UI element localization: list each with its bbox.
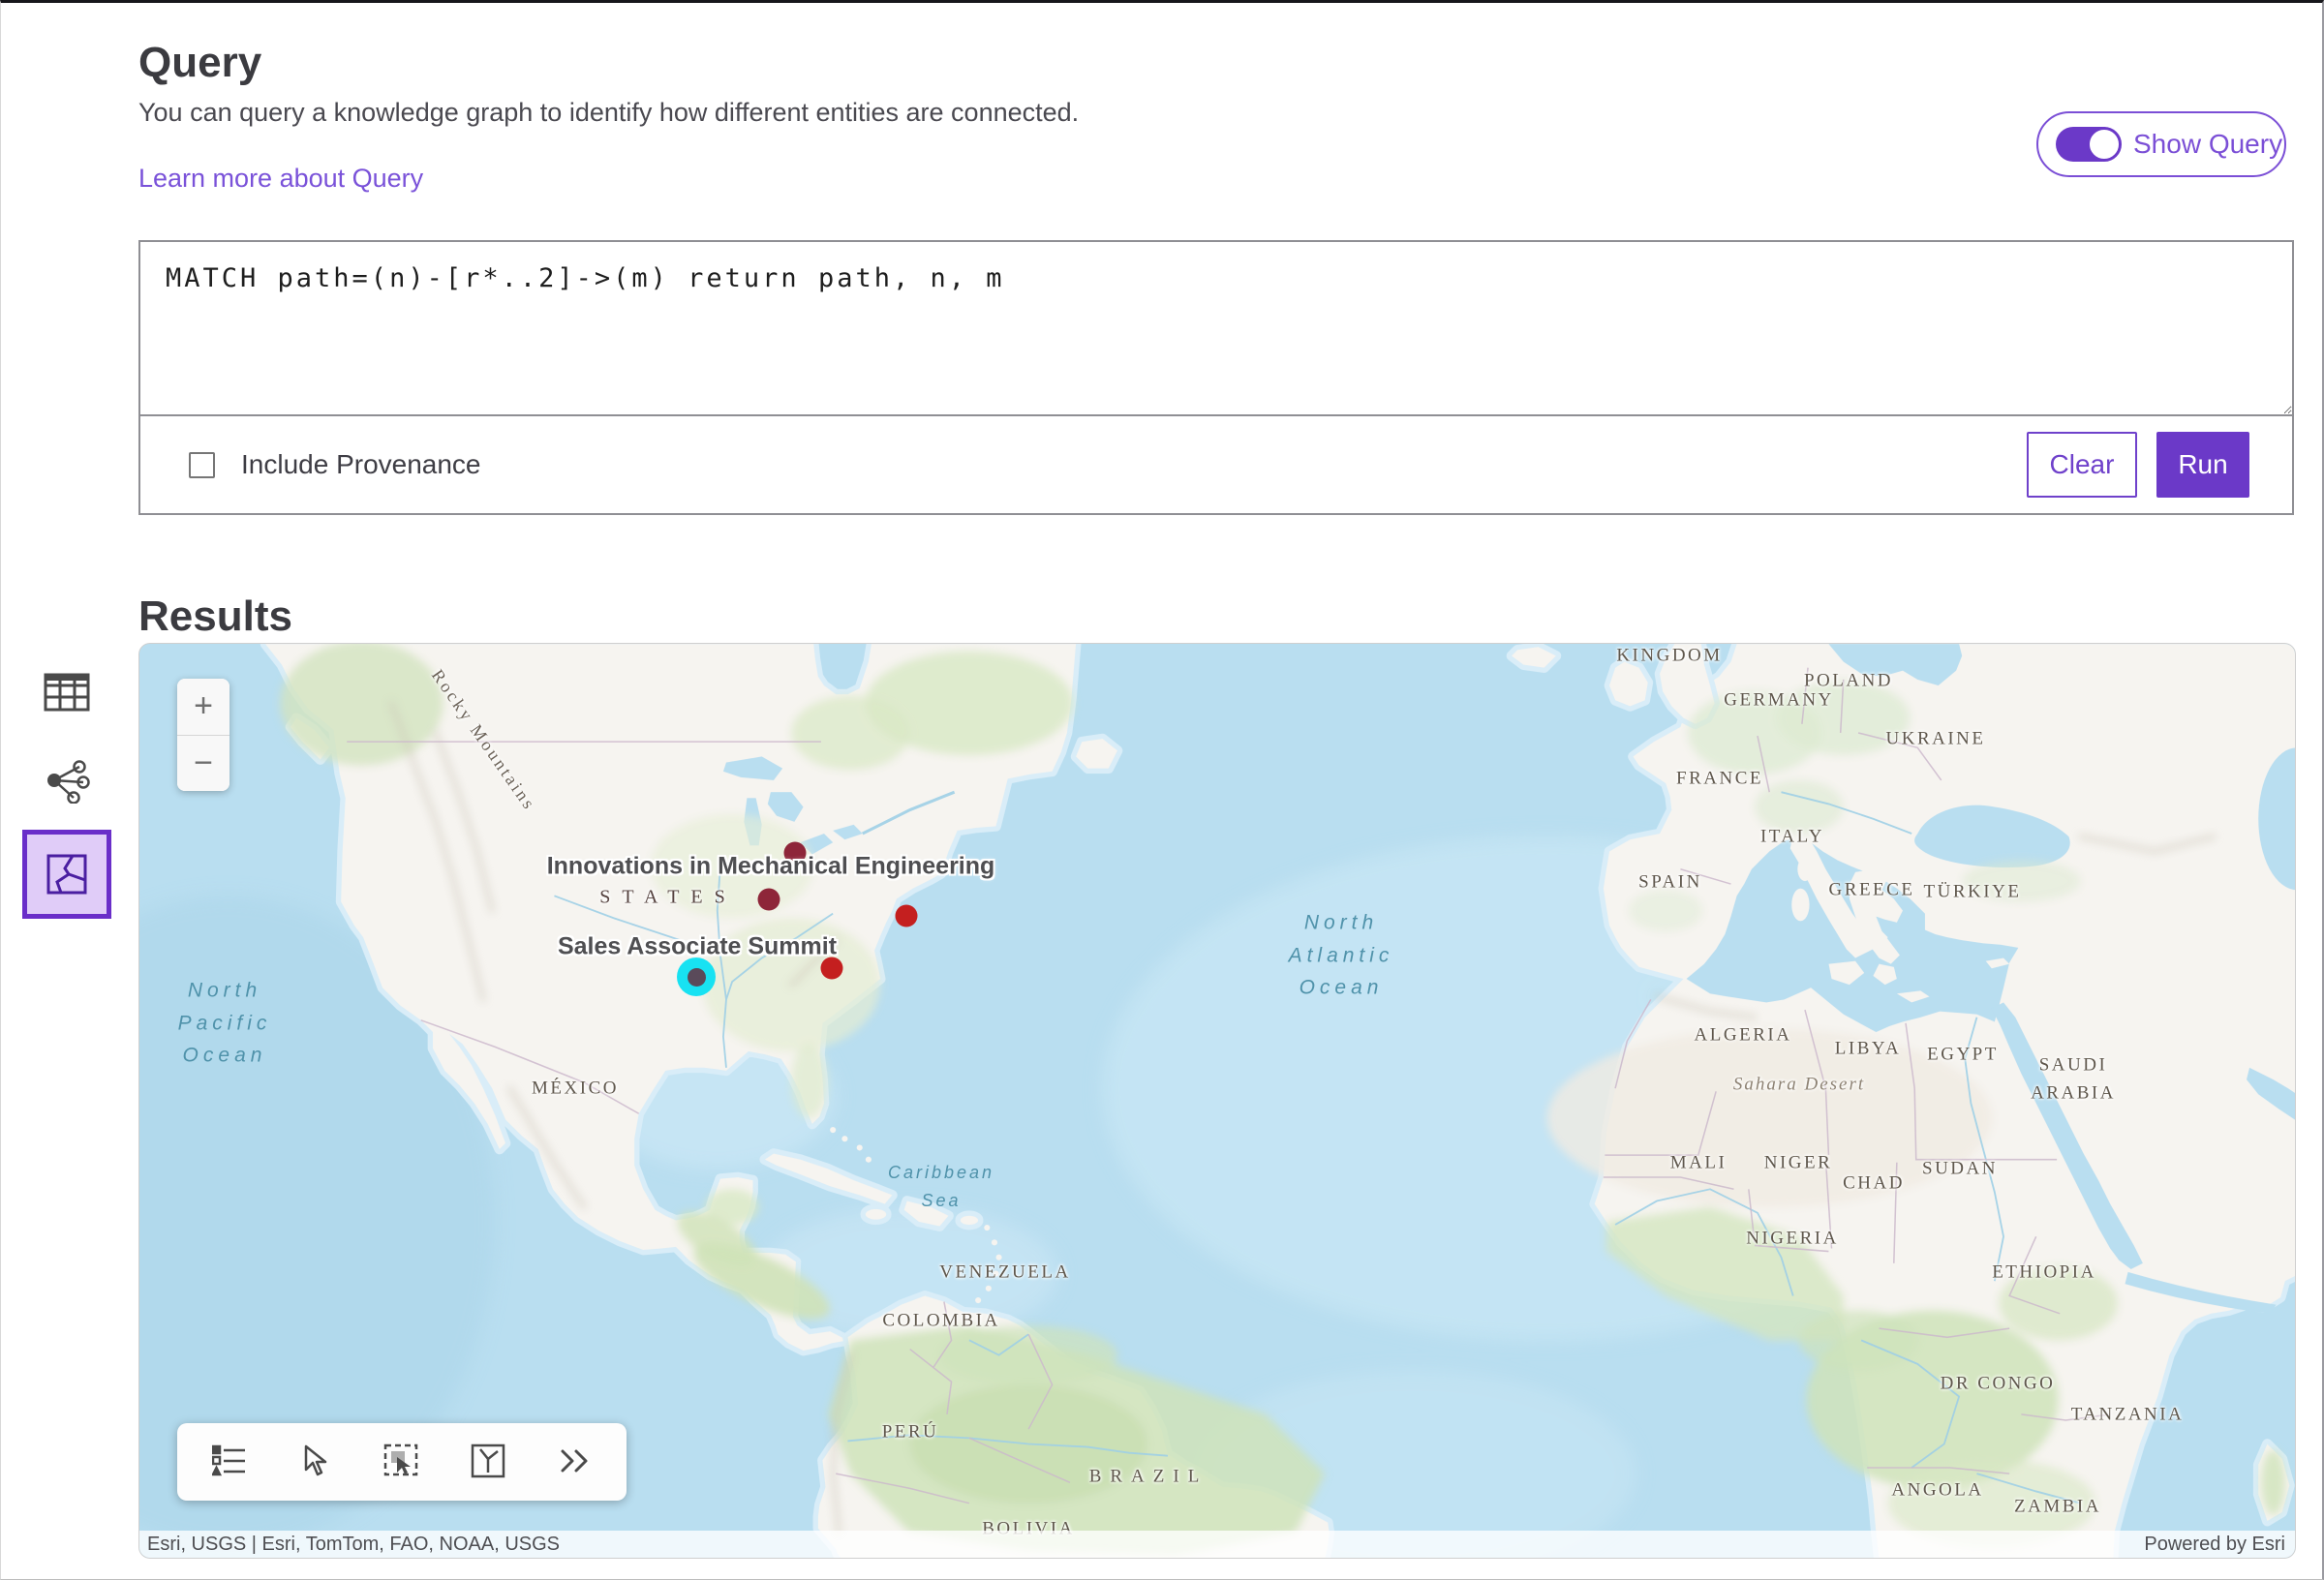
map-point-selected[interactable] (677, 957, 716, 996)
show-query-toggle[interactable]: Show Query (2036, 111, 2286, 177)
query-actions: Clear Run (2027, 432, 2249, 498)
map-point[interactable] (821, 957, 843, 980)
select-extent-icon (471, 1443, 505, 1481)
results-title: Results (138, 592, 292, 641)
include-provenance-checkbox[interactable] (189, 452, 215, 478)
legend-button[interactable] (200, 1433, 259, 1491)
basemap (139, 644, 2296, 1559)
view-table-button[interactable] (22, 648, 111, 737)
legend-icon (212, 1444, 247, 1480)
toolbar-expand-button[interactable] (545, 1433, 603, 1491)
toggle-switch-icon (2056, 127, 2120, 162)
include-provenance-label: Include Provenance (241, 449, 481, 480)
cursor-icon (302, 1444, 329, 1480)
show-query-label: Show Query (2133, 129, 2282, 160)
select-extent-button[interactable] (459, 1433, 517, 1491)
view-map-button[interactable] (22, 830, 111, 919)
query-input[interactable]: MATCH path=(n)-[r*..2]->(m) return path,… (140, 242, 2292, 416)
query-panel: MATCH path=(n)-[r*..2]->(m) return path,… (138, 240, 2294, 515)
run-button[interactable]: Run (2156, 432, 2249, 498)
map-icon (46, 853, 88, 896)
map-point[interactable] (784, 842, 807, 865)
query-page: Query You can query a knowledge graph to… (0, 0, 2324, 1580)
zoom-out-button[interactable]: − (177, 736, 229, 792)
select-rectangle-icon (383, 1443, 420, 1481)
query-panel-footer: Include Provenance Clear Run (140, 416, 2292, 513)
attribution-text: Esri, USGS | Esri, TomTom, FAO, NOAA, US… (147, 1534, 560, 1556)
map-point[interactable] (758, 889, 780, 911)
powered-by-text: Powered by Esri (2144, 1534, 2285, 1556)
map-point[interactable] (896, 905, 918, 927)
include-provenance-checkbox-row[interactable]: Include Provenance (185, 449, 481, 481)
view-link-chart-button[interactable] (22, 737, 111, 826)
page-title: Query (138, 39, 261, 87)
toggle-knob (2087, 127, 2122, 162)
zoom-in-button[interactable]: + (177, 679, 229, 736)
table-icon (44, 673, 90, 712)
learn-more-link[interactable]: Learn more about Query (138, 164, 423, 194)
map-toolbar (177, 1423, 627, 1501)
link-chart-icon (43, 759, 91, 804)
select-cursor-button[interactable] (287, 1433, 345, 1491)
map-zoom-control: + − (177, 679, 229, 791)
double-chevron-icon (557, 1447, 592, 1477)
clear-button[interactable]: Clear (2027, 432, 2137, 498)
results-map[interactable]: KINGDOMPOLANDGERMANYUKRAINEFRANCEITALYSP… (138, 643, 2296, 1559)
select-by-rectangle-button[interactable] (373, 1433, 431, 1491)
map-attribution-bar: Esri, USGS | Esri, TomTom, FAO, NOAA, US… (139, 1531, 2295, 1558)
page-description: You can query a knowledge graph to ident… (138, 98, 1079, 128)
